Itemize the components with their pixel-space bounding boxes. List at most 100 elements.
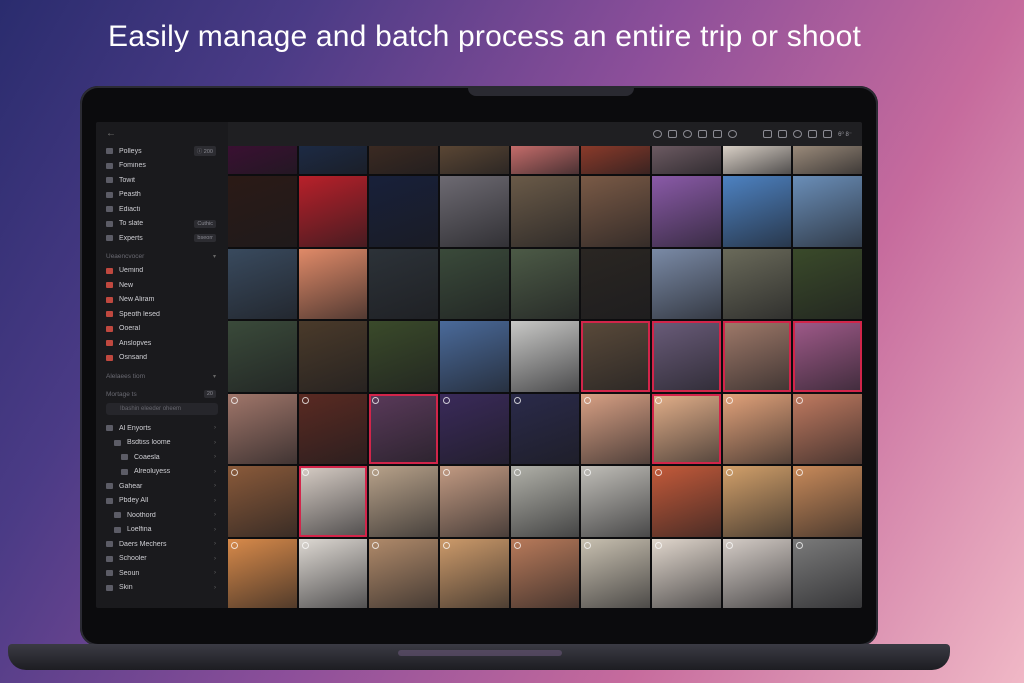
section-header-3[interactable]: Mortage ts 20: [96, 387, 228, 401]
tree-item[interactable]: Seoun ›: [96, 566, 228, 581]
photo-thumbnail[interactable]: [722, 466, 792, 537]
photo-thumbnail[interactable]: [439, 466, 509, 537]
tree-item[interactable]: Alreoluyess ›: [96, 465, 228, 480]
photo-thumbnail[interactable]: [510, 146, 580, 174]
tree-item[interactable]: Daers Mechers ›: [96, 537, 228, 552]
photo-thumbnail[interactable]: [369, 176, 438, 247]
settings-icon[interactable]: [823, 130, 833, 138]
photo-thumbnail[interactable]: [369, 248, 438, 319]
photo-thumbnail[interactable]: [651, 176, 721, 247]
photo-thumbnail[interactable]: [439, 393, 509, 464]
photo-thumbnail[interactable]: [793, 321, 862, 392]
sliders-icon[interactable]: [808, 130, 818, 138]
select-circle-icon[interactable]: [372, 396, 380, 404]
photo-thumbnail[interactable]: [510, 466, 580, 537]
tree-item[interactable]: Pbdey All ›: [96, 494, 228, 509]
sidebar-item[interactable]: To slate Cuthic: [96, 217, 228, 232]
photo-thumbnail[interactable]: [298, 538, 368, 608]
select-circle-icon[interactable]: [231, 396, 238, 404]
back-arrow-icon[interactable]: ←: [96, 122, 228, 144]
select-circle-icon[interactable]: [654, 396, 662, 404]
photo-thumbnail[interactable]: [439, 321, 509, 392]
photo-thumbnail[interactable]: [722, 248, 792, 319]
sidebar-search-input[interactable]: Ibashin eleeder oheem: [106, 403, 218, 415]
sidebar-item[interactable]: Anslopves: [96, 336, 228, 351]
tree-item[interactable]: Skin ›: [96, 581, 228, 596]
photo-thumbnail[interactable]: [651, 466, 721, 537]
photo-thumbnail[interactable]: [581, 248, 650, 319]
sidebar-item[interactable]: Osnsand: [96, 351, 228, 366]
photo-thumbnail[interactable]: [793, 146, 862, 174]
photo-thumbnail[interactable]: [369, 146, 438, 174]
sidebar-item[interactable]: Experts bseorr: [96, 231, 228, 246]
photo-thumbnail[interactable]: [793, 248, 862, 319]
photo-thumbnail[interactable]: [298, 321, 368, 392]
select-circle-icon[interactable]: [725, 396, 733, 404]
photo-thumbnail[interactable]: [298, 248, 368, 319]
photo-thumbnail[interactable]: [228, 538, 297, 608]
photo-thumbnail[interactable]: [510, 321, 580, 392]
photo-thumbnail[interactable]: [793, 176, 862, 247]
section-header-2[interactable]: Alelaees tiom ▾: [96, 369, 228, 383]
clock-icon[interactable]: [728, 130, 738, 138]
photo-thumbnail[interactable]: [581, 146, 650, 174]
compare-icon[interactable]: [698, 130, 708, 138]
tree-item[interactable]: Al Enyorts ›: [96, 421, 228, 436]
grid-icon[interactable]: [778, 130, 788, 138]
tree-item[interactable]: Loelfina ›: [96, 523, 228, 538]
photo-thumbnail[interactable]: [793, 538, 862, 608]
photo-thumbnail[interactable]: [722, 321, 792, 392]
sidebar-item[interactable]: New Aliram: [96, 293, 228, 308]
photo-thumbnail[interactable]: [510, 176, 580, 247]
photo-thumbnail[interactable]: [722, 538, 792, 608]
select-circle-icon[interactable]: [442, 469, 450, 476]
select-circle-icon[interactable]: [442, 396, 450, 404]
photo-thumbnail[interactable]: [439, 248, 509, 319]
photo-thumbnail[interactable]: [439, 176, 509, 247]
sidebar-item[interactable]: Ooeral: [96, 322, 228, 337]
photo-thumbnail[interactable]: [722, 146, 792, 174]
list-icon[interactable]: [668, 130, 678, 138]
photo-thumbnail[interactable]: [369, 466, 438, 537]
photo-thumbnail[interactable]: [651, 248, 721, 319]
select-circle-icon[interactable]: [584, 469, 592, 476]
photo-thumbnail[interactable]: [510, 538, 580, 608]
photo-thumbnail[interactable]: [581, 466, 650, 537]
photo-thumbnail[interactable]: [722, 176, 792, 247]
photo-thumbnail[interactable]: [510, 248, 580, 319]
info-icon[interactable]: [793, 130, 803, 138]
photo-thumbnail[interactable]: [298, 176, 368, 247]
photo-thumbnail[interactable]: [793, 393, 862, 464]
share-icon[interactable]: [763, 130, 773, 138]
photo-thumbnail[interactable]: [228, 176, 297, 247]
select-circle-icon[interactable]: [654, 469, 662, 476]
sidebar-item[interactable]: Speoth lesed: [96, 307, 228, 322]
photo-thumbnail[interactable]: [228, 321, 297, 392]
photo-thumbnail[interactable]: [510, 393, 580, 464]
tree-item[interactable]: Coaesla ›: [96, 450, 228, 465]
photo-thumbnail[interactable]: [228, 248, 297, 319]
photo-thumbnail[interactable]: [298, 393, 368, 464]
photo-thumbnail[interactable]: [298, 146, 368, 174]
photo-thumbnail[interactable]: [793, 466, 862, 537]
photo-thumbnail[interactable]: [369, 393, 438, 464]
sidebar-item[interactable]: Polleys ⓘ 200: [96, 144, 228, 159]
select-circle-icon[interactable]: [301, 396, 309, 404]
photo-thumbnail[interactable]: [228, 466, 297, 537]
select-circle-icon[interactable]: [584, 541, 592, 549]
photo-thumbnail[interactable]: [439, 146, 509, 174]
select-circle-icon[interactable]: [372, 469, 380, 476]
square-icon[interactable]: [713, 130, 723, 138]
sidebar-item[interactable]: Towit: [96, 173, 228, 188]
select-circle-icon[interactable]: [513, 541, 521, 549]
photo-thumbnail[interactable]: [369, 538, 438, 608]
select-circle-icon[interactable]: [796, 541, 804, 549]
select-circle-icon[interactable]: [725, 469, 733, 476]
select-circle-icon[interactable]: [231, 541, 238, 549]
select-circle-icon[interactable]: [442, 541, 450, 549]
sidebar-item[interactable]: Peasth: [96, 188, 228, 203]
sidebar-item[interactable]: Fomines: [96, 159, 228, 174]
select-circle-icon[interactable]: [372, 541, 380, 549]
photo-thumbnail[interactable]: [298, 466, 368, 537]
sidebar-item[interactable]: New: [96, 278, 228, 293]
